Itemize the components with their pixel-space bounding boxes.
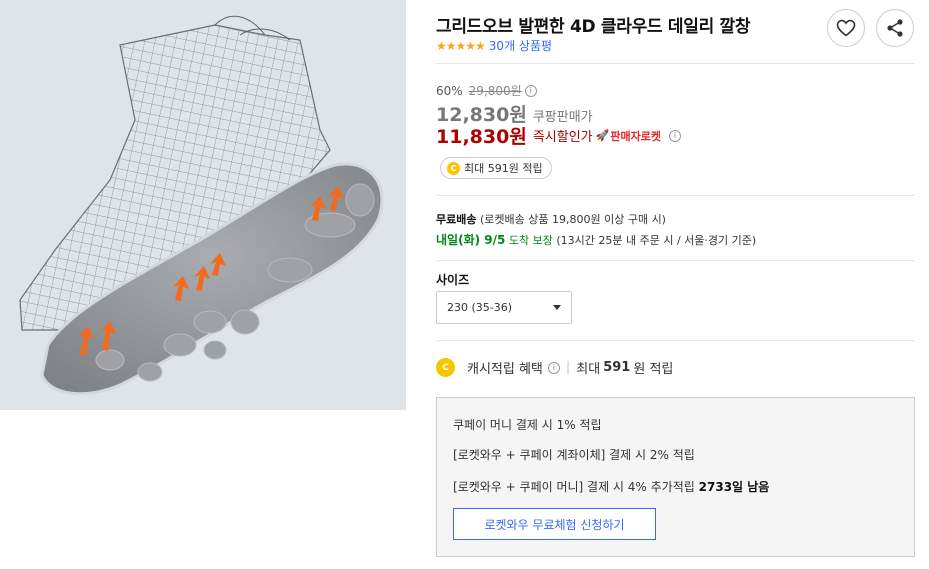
divider [436,63,915,64]
wishlist-button[interactable] [827,9,865,47]
arrival-info: 내일(화) 9/5 도착 보장 (13시간 25분 내 주문 시 / 서울⋅경기… [436,231,756,248]
size-select[interactable]: 230 (35-36) [436,291,572,324]
cash-max-prefix: 최대 [576,362,601,377]
insole-illustration [19,15,384,396]
rocket-wow-trial-button[interactable]: 로켓와우 무료체험 신청하기 [453,508,656,540]
arrival-note: (13시간 25분 내 주문 시 / 서울⋅경기 기준) [556,234,757,247]
benefit-line-text: [로켓와우 + 쿠페이 머니] 결제 시 4% 추가적립 [453,480,695,494]
reward-badge: C 최대 591원 적립 [440,157,552,179]
divider [436,195,915,196]
days-remaining: 2733일 남음 [698,480,770,494]
size-selected-value: 230 (35-36) [447,301,513,314]
payment-benefit-box: 쿠페이 머니 결제 시 1% 적립 [로켓와우 + 쿠페이 계좌이체] 결제 시… [436,397,915,557]
share-button[interactable] [876,9,914,47]
heart-icon [836,19,856,37]
cash-reward-row: C 캐시적립 혜택 i | 최대 591 원 적립 [436,358,673,377]
seller-rocket-label: 판매자로켓 [610,129,661,143]
arrival-day: 내일(화) 9/5 [436,233,506,247]
coin-icon: C [436,358,455,377]
review-count-link[interactable]: 30개 상품평 [489,37,552,54]
chevron-down-icon [553,305,561,310]
cash-amount: 591 [603,360,631,375]
info-icon[interactable]: i [668,129,681,142]
cash-suffix: 원 적립 [633,362,674,377]
discount-rate: 60% [436,83,463,98]
seller-rocket-badge: 🚀 판매자로켓 [596,128,661,144]
benefit-line: [로켓와우 + 쿠페이 머니] 결제 시 4% 추가적립 2733일 남음 [453,478,769,495]
divider [436,260,915,261]
divider [436,340,915,341]
rating-stars: ★★★★★ [436,38,486,53]
instant-price-label: 즉시할인가 [532,130,593,145]
benefit-line: 쿠페이 머니 결제 시 1% 적립 [453,418,602,432]
instant-price-row: 11,830원 즉시할인가 🚀 판매자로켓 i [436,122,681,149]
product-image[interactable] [0,0,406,410]
instant-price: 11,830원 [436,126,527,148]
rocket-icon: 🚀 [595,129,610,142]
original-price: 29,800원 [468,84,522,98]
free-shipping-note: (로켓배송 상품 19,800원 이상 구매 시) [479,213,666,226]
reward-text: 최대 591원 적립 [464,162,543,175]
info-icon[interactable]: i [547,361,560,374]
free-shipping-label: 무료배송 [436,213,477,226]
info-icon[interactable]: i [524,84,537,97]
cash-reward-label: 캐시적립 혜택 [467,362,543,377]
original-price-row: 60% 29,800원 i [436,82,537,99]
rating-row[interactable]: ★★★★★ 30개 상품평 [436,37,552,54]
product-detail: 그리드오브 발편한 4D 클라우드 데일리 깔창 ★★★★★ 30개 상품평 6… [436,0,916,569]
benefit-line: [로켓와우 + 쿠페이 계좌이체] 결제 시 2% 적립 [453,448,695,462]
share-icon [887,19,903,37]
size-label: 사이즈 [436,273,470,287]
arrival-label: 도착 보장 [508,234,553,247]
shipping-info: 무료배송 (로켓배송 상품 19,800원 이상 구매 시) [436,211,666,227]
separator: | [565,360,571,375]
coin-icon: C [447,161,460,175]
product-title: 그리드오브 발편한 4D 클라우드 데일리 깔창 [436,17,751,37]
